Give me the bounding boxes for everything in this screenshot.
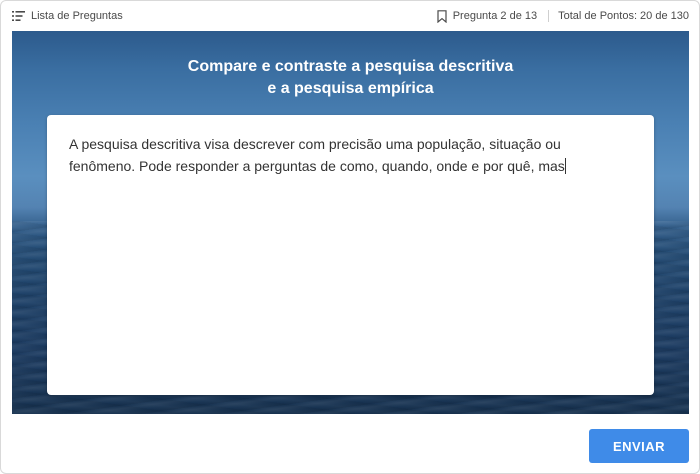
question-title-line2: e a pesquisa empírica xyxy=(267,80,434,97)
question-list-label: Lista de Preguntas xyxy=(31,10,123,22)
top-bar: Lista de Preguntas Pregunta 2 de 13 Tota… xyxy=(1,1,699,31)
answer-text-content: A pesquisa descritiva visa descrever com… xyxy=(69,133,629,177)
quiz-window: Lista de Preguntas Pregunta 2 de 13 Tota… xyxy=(0,0,700,474)
answer-textarea[interactable]: A pesquisa descritiva visa descrever com… xyxy=(47,115,654,395)
text-caret xyxy=(564,158,566,174)
list-icon xyxy=(12,11,25,21)
total-points: Total de Pontos: 20 de 130 xyxy=(558,10,689,22)
header-divider xyxy=(548,10,550,22)
question-counter[interactable]: Pregunta 2 de 13 xyxy=(437,9,538,23)
bookmark-icon[interactable] xyxy=(437,9,447,23)
question-panel: Compare e contraste a pesquisa descritiv… xyxy=(12,31,689,414)
submit-button[interactable]: ENVIAR xyxy=(589,429,689,463)
question-title-line1: Compare e contraste a pesquisa descritiv… xyxy=(187,58,514,75)
question-list-button[interactable]: Lista de Preguntas xyxy=(12,10,123,22)
question-counter-label: Pregunta 2 de 13 xyxy=(452,10,538,22)
answer-text: A pesquisa descritiva visa descrever com… xyxy=(69,136,565,174)
question-title: Compare e contraste a pesquisa descritiv… xyxy=(12,56,689,100)
